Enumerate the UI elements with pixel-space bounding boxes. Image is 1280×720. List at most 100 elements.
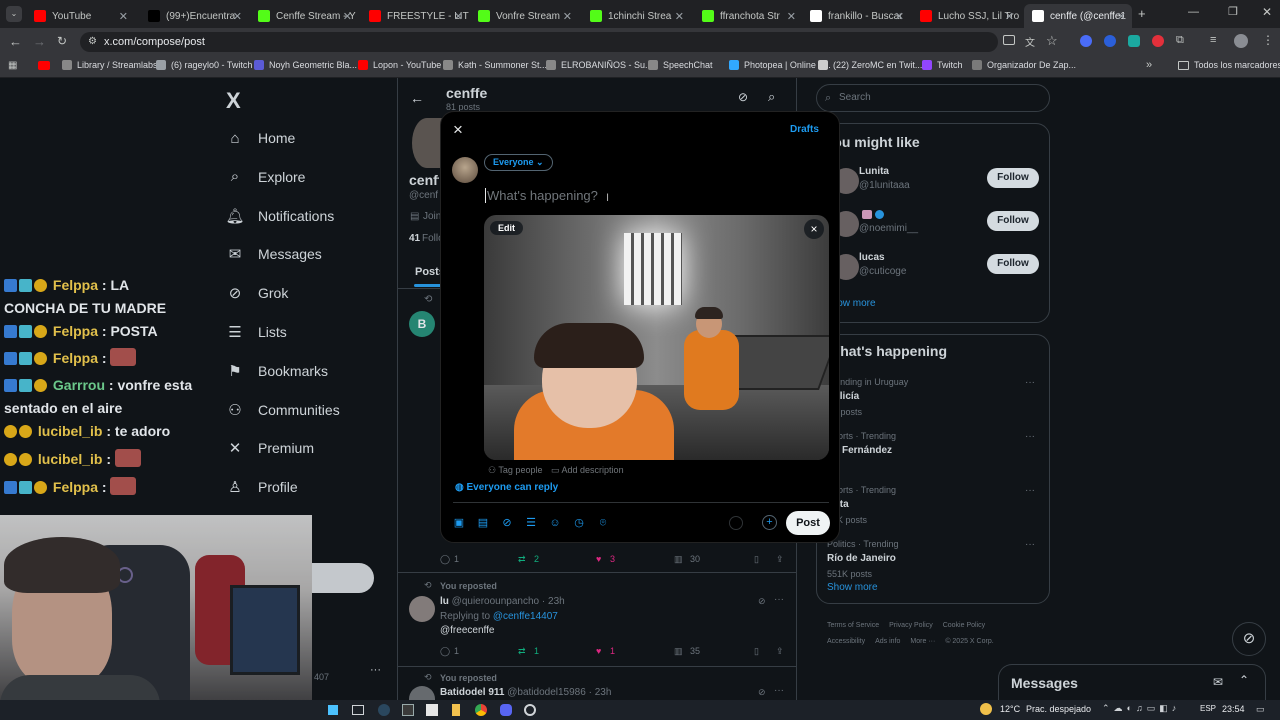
bookmark-item[interactable]: Kәth - Summoner St...	[443, 60, 547, 70]
notification-icon[interactable]: ▭	[1256, 704, 1265, 715]
bookmark-item[interactable]: Lopon - YouTube	[358, 60, 441, 70]
tab-close-icon[interactable]: ✕	[563, 10, 572, 23]
browser-tab[interactable]: (99+)Encuentra ✕	[140, 4, 248, 28]
taskview-icon[interactable]	[352, 705, 364, 715]
terminal-icon[interactable]	[402, 704, 414, 716]
bookmark-label: Noyh Geometric Bla...	[269, 60, 358, 70]
url-field[interactable]: ⚙ x.com/compose/post	[80, 32, 998, 52]
browser-tab[interactable]: frankillo - Buscar ✕	[802, 4, 910, 28]
bookmark-item[interactable]: Organizador De Zap...	[972, 60, 1076, 70]
tray-icons[interactable]: ⌃☁◐♫▭◧♪	[1102, 703, 1180, 714]
schedule-icon[interactable]: ◷	[573, 517, 585, 529]
grok-icon[interactable]: ⊘	[501, 517, 513, 529]
divider	[453, 502, 829, 503]
bookmark-item[interactable]: Library / Streamlabs	[62, 60, 158, 70]
new-tab-button[interactable]: +	[1138, 6, 1146, 21]
forward-icon[interactable]: →	[33, 34, 46, 49]
bookmark-item[interactable]: Noyh Geometric Bla...	[254, 60, 357, 70]
remove-media-icon[interactable]: ×	[804, 219, 824, 239]
browser-tab[interactable]: Vonfre Stream ✕	[470, 4, 578, 28]
more-bookmarks-icon[interactable]: »	[1146, 59, 1152, 71]
bookmark-item[interactable]: (6) rageylo0 - Twitch	[156, 60, 252, 70]
language[interactable]: ESP	[1200, 704, 1216, 713]
audience-selector[interactable]: Everyone ⌄	[484, 154, 553, 171]
window-close-button[interactable]: ✕	[1262, 5, 1272, 19]
discord-icon[interactable]	[500, 704, 512, 716]
reading-list-icon[interactable]: ≡	[1210, 34, 1216, 46]
profile-avatar-icon[interactable]	[1234, 34, 1248, 48]
minimize-button[interactable]: —	[1188, 6, 1199, 18]
extensions-puzzle-icon[interactable]: ⧉	[1176, 34, 1184, 47]
tab-search-button[interactable]: ⌄	[6, 6, 22, 22]
tab-close-icon[interactable]: ✕	[895, 10, 904, 23]
tab-favicon-icon	[920, 10, 932, 22]
bookmark-item[interactable]: Photopea | Online P...	[729, 60, 831, 70]
browser-tab[interactable]: FREESTYLE - LIT K ✕	[361, 4, 469, 28]
bookmark-item[interactable]: SpeechChat	[648, 60, 713, 70]
translate-icon[interactable]: 文	[1025, 34, 1035, 49]
edit-button[interactable]: Edit	[490, 221, 523, 235]
app-icon[interactable]	[452, 704, 460, 716]
tab-close-icon[interactable]: ✕	[119, 10, 128, 23]
browser-tab[interactable]: Lucho SSJ, Lil Tro ✕	[912, 4, 1020, 28]
apps-grid-icon[interactable]: ▦	[8, 60, 17, 71]
tab-close-icon[interactable]: ✕	[1005, 10, 1014, 23]
tab-close-icon[interactable]: ✕	[1117, 10, 1126, 23]
post-text-input[interactable]: What's happening?	[485, 188, 598, 203]
reply-setting-button[interactable]: ◍ Everyone can reply	[455, 482, 558, 493]
bookmark-favicon-icon	[546, 60, 556, 70]
bookmark-favicon-icon	[156, 60, 166, 70]
drafts-button[interactable]: Drafts	[790, 124, 819, 135]
bookmark-label: (22) ZeroMC en Twit...	[833, 60, 923, 70]
bookmark-item[interactable]: (22) ZeroMC en Twit...	[818, 60, 922, 70]
tab-close-icon[interactable]: ✕	[675, 10, 684, 23]
chrome-icon[interactable]	[474, 703, 488, 717]
bookmark-star-icon[interactable]: ☆	[1046, 33, 1058, 49]
maximize-button[interactable]: ❐	[1228, 5, 1238, 18]
browser-tab[interactable]: Cenffe Stream - Y ✕	[250, 4, 358, 28]
location-icon[interactable]: ⌾	[597, 517, 609, 529]
site-info-icon[interactable]: ⚙	[88, 32, 97, 52]
tab-close-icon[interactable]: ✕	[343, 10, 352, 23]
tab-close-icon[interactable]: ✕	[454, 10, 463, 23]
obs-icon[interactable]	[524, 704, 536, 716]
youtube-bookmark-icon[interactable]	[38, 61, 50, 70]
bookmark-item[interactable]: Twitch	[922, 60, 963, 70]
clock[interactable]: 23:54	[1222, 704, 1245, 714]
image-icon[interactable]: ▣	[453, 517, 465, 529]
notepad-icon[interactable]	[426, 704, 438, 716]
menu-kebab-icon[interactable]: ⋮	[1262, 33, 1274, 47]
reload-icon[interactable]: ↻	[57, 34, 67, 48]
browser-tab[interactable]: YouTube ✕	[26, 4, 134, 28]
tag-people-button[interactable]: ⚇ Tag people	[488, 465, 542, 476]
close-icon[interactable]: ×	[453, 120, 463, 140]
gif-icon[interactable]: ▤	[477, 517, 489, 529]
thread-add-icon[interactable]: +	[762, 515, 777, 530]
extension-icon-1[interactable]	[1080, 35, 1092, 47]
cast-icon[interactable]	[1003, 35, 1015, 45]
start-icon[interactable]	[328, 705, 338, 715]
extension-icon-4[interactable]	[1152, 35, 1164, 47]
extension-icon-2[interactable]	[1104, 35, 1116, 47]
browser-tab[interactable]: ffranchota Str ✕	[694, 4, 802, 28]
back-icon[interactable]: ←	[9, 34, 22, 49]
browser-tab[interactable]: cenffe (@cenffe1 ✕	[1024, 4, 1132, 28]
poll-icon[interactable]: ☰	[525, 517, 537, 529]
tab-favicon-icon	[369, 10, 381, 22]
person-icon: ⚇	[488, 465, 497, 475]
post-button[interactable]: Post	[786, 511, 830, 535]
composer-avatar[interactable]	[452, 157, 478, 183]
tab-favicon-icon	[702, 10, 714, 22]
add-description-button[interactable]: ▭ Add description	[551, 465, 624, 476]
bookmark-item[interactable]: ELROBANIÑOS - Su...	[546, 60, 653, 70]
tab-close-icon[interactable]: ✕	[233, 10, 242, 23]
emoji-icon[interactable]: ☺	[549, 517, 561, 529]
tab-label: ffranchota Str	[720, 10, 780, 22]
tab-close-icon[interactable]: ✕	[787, 10, 796, 23]
steam-icon[interactable]	[378, 704, 390, 716]
browser-tab[interactable]: 1chinchi Strea ✕	[582, 4, 690, 28]
bookmarks-bar: ▦ Library / Streamlabs (6) rageylo0 - Twi…	[0, 56, 1280, 78]
bookmark-label: (6) rageylo0 - Twitch	[171, 60, 253, 70]
all-bookmarks-folder[interactable]: Todos los marcadores	[1178, 60, 1280, 70]
extension-icon-3[interactable]	[1128, 35, 1140, 47]
